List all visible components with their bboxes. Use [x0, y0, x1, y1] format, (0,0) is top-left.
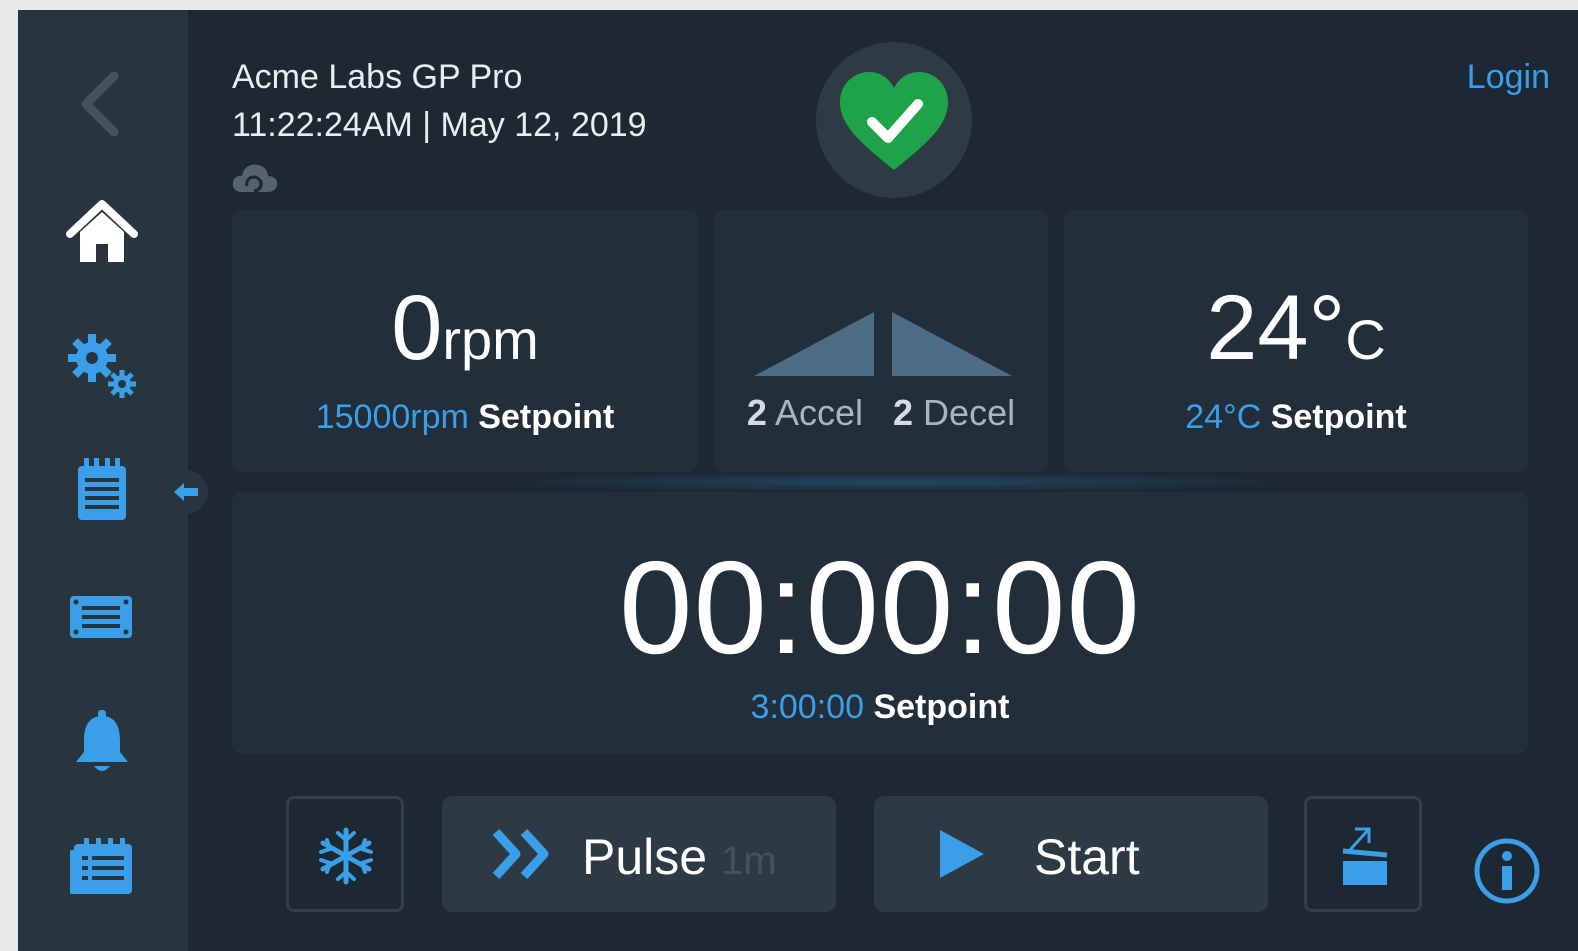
accel-decel-ramps-icon [754, 312, 1012, 376]
decel-value: 2 [893, 392, 914, 433]
double-chevron-icon [492, 828, 549, 880]
hold-cool-button[interactable] [286, 796, 404, 912]
speed-panel[interactable]: 0rpm 15000rpm Setpoint [232, 210, 698, 472]
accel-label: Accel [774, 392, 863, 433]
speed-value: 0 [391, 277, 443, 379]
timer-setpoint-label: Setpoint [873, 688, 1010, 726]
run-list-icon[interactable] [74, 456, 130, 522]
rotor-icon[interactable] [68, 592, 134, 642]
heart-check-icon [840, 72, 948, 170]
accel-value: 2 [746, 392, 767, 433]
device-screen: Acme Labs GP Pro 11:22:24AM | May 12, 20… [18, 10, 1578, 951]
sidebar [18, 10, 188, 951]
start-button[interactable]: Start [874, 796, 1268, 912]
pulse-label: Pulse [582, 829, 708, 885]
date-time: 11:22:24AM | May 12, 2019 [232, 106, 647, 144]
speed-readout: 0rpm [232, 276, 698, 381]
timer-setpoint-value: 3:00:00 [750, 688, 864, 726]
temperature-setpoint: 24°C Setpoint [1064, 398, 1528, 437]
temperature-panel[interactable]: 24°C 24°C Setpoint [1064, 210, 1528, 472]
temperature-unit: C [1345, 308, 1386, 371]
arrow-left-icon [174, 483, 198, 501]
home-icon[interactable] [64, 196, 140, 266]
log-icon[interactable] [68, 836, 136, 898]
speed-setpoint: 15000rpm Setpoint [232, 398, 698, 437]
device-name: Acme Labs GP Pro [232, 58, 523, 96]
back-chevron-icon[interactable] [76, 68, 124, 140]
speed-setpoint-label: Setpoint [478, 398, 615, 436]
accel-decel-panel[interactable]: 2 Accel 2 Decel [714, 210, 1048, 472]
timer-setpoint: 3:00:00 Setpoint [232, 688, 1528, 727]
snowflake-icon [319, 827, 373, 885]
speed-unit: rpm [442, 308, 539, 371]
temperature-value: 24 [1206, 277, 1309, 379]
pulse-duration: 1m [720, 839, 777, 883]
temperature-setpoint-label: Setpoint [1270, 398, 1407, 436]
settings-gears-icon[interactable] [66, 330, 138, 400]
decel-label: Decel [923, 392, 1016, 433]
login-link[interactable]: Login [1467, 58, 1550, 97]
temperature-setpoint-value: 24°C [1185, 398, 1262, 436]
system-health-status[interactable] [816, 42, 972, 198]
panel-glow [498, 472, 1298, 492]
collapse-sidebar-button[interactable] [164, 470, 208, 514]
lid-open-icon [1342, 827, 1388, 885]
temperature-readout: 24°C [1064, 276, 1528, 381]
pulse-button[interactable]: Pulse 1m [442, 796, 836, 912]
temperature-degree: ° [1308, 277, 1346, 379]
timer-value: 00:00:00 [619, 534, 1141, 681]
pulse-label-group: Pulse 1m [582, 828, 777, 886]
alarm-bell-icon[interactable] [70, 710, 134, 776]
speed-setpoint-value: 15000rpm [315, 398, 469, 436]
accel-decel-labels: 2 Accel 2 Decel [714, 392, 1048, 434]
cloud-sync-icon [232, 164, 278, 193]
info-icon[interactable] [1472, 836, 1542, 906]
active-indicator [170, 215, 188, 259]
open-lid-button[interactable] [1304, 796, 1422, 912]
start-label: Start [1034, 829, 1140, 885]
play-icon [940, 830, 984, 878]
timer-panel[interactable]: 00:00:00 3:00:00 Setpoint [232, 492, 1528, 754]
